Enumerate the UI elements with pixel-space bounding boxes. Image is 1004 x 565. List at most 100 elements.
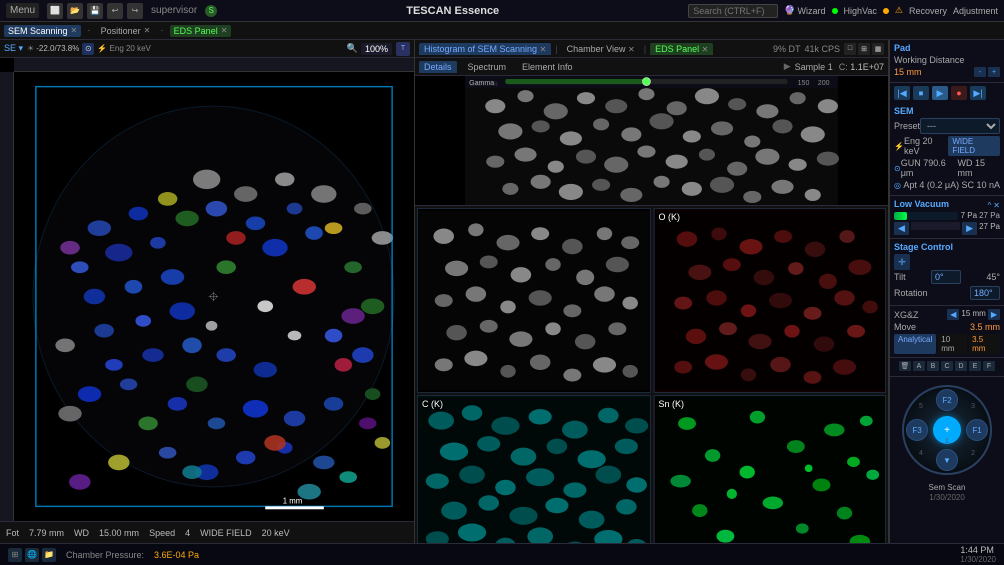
num-5[interactable]: 5 [919, 403, 923, 410]
brightness-control[interactable]: ☀-22.0/73.8% [27, 44, 79, 53]
tab-sep-chamber: | [644, 44, 646, 54]
adjustment-button[interactable]: Adjustment [953, 6, 998, 16]
close-positioner-tab[interactable]: ✕ [144, 26, 151, 35]
tilt-input[interactable] [931, 270, 961, 284]
subtab-details[interactable]: Details [419, 61, 457, 73]
close-chamber-tab[interactable]: ✕ [628, 45, 635, 54]
close-sem-tab[interactable]: ✕ [71, 26, 78, 35]
energy-label: ⚡ Eng 20 keV [97, 44, 151, 53]
lv-collapse[interactable]: ✕ [993, 201, 1000, 210]
rotation-input[interactable] [970, 286, 1000, 300]
sem-image-canvas[interactable]: 1 mm [0, 58, 414, 521]
gun-icon: ⊙ [894, 164, 901, 173]
status-icon3[interactable]: 📁 [42, 548, 56, 562]
nav-b[interactable]: B [927, 361, 939, 371]
nav-a[interactable]: A [913, 361, 925, 371]
pos-35mm-btn[interactable]: 3.5 mm [969, 334, 1000, 354]
xyz-right[interactable]: ▶ [988, 309, 1000, 320]
joystick-down[interactable]: ▼ [936, 449, 958, 471]
recovery-button[interactable]: Recovery [909, 6, 947, 16]
nav-d[interactable]: D [955, 361, 967, 371]
analytical-btn[interactable]: Analytical [894, 334, 936, 354]
eds-label-carbon: C (K) [422, 399, 443, 409]
tab-eds[interactable]: EDS Panel ✕ [650, 43, 713, 55]
user-label: supervisor [151, 5, 197, 16]
wd-increase[interactable]: + [988, 67, 1000, 77]
joystick-f2[interactable]: F2 [936, 389, 958, 411]
toolbar-icons: ⬜ 📂 💾 ↩ ↪ [47, 3, 143, 19]
speed-label: Speed [149, 528, 175, 538]
joystick-f1[interactable]: F1 [966, 419, 988, 441]
subtab-spectrum[interactable]: Spectrum [463, 61, 512, 73]
pos-10mm-btn[interactable]: 10 mm [938, 334, 967, 354]
preset-select[interactable]: --- [920, 118, 1000, 134]
close-eds-main-tab[interactable]: ✕ [702, 45, 709, 54]
wide-field-btn[interactable]: WIDE FIELD [948, 136, 1000, 156]
nav-delete[interactable]: 🗑 [899, 361, 911, 371]
eds-map-carbon[interactable]: C (K) [417, 395, 651, 543]
svg-text:150: 150 [798, 80, 810, 87]
lv-nav-right[interactable]: ▶ [962, 222, 977, 235]
save-icon[interactable]: 💾 [87, 3, 103, 19]
wd-controls: - + [974, 67, 1000, 77]
wd-value: 15 mm [894, 67, 922, 77]
tab-positioner[interactable]: Positioner ✕ [97, 25, 155, 37]
main-tabs-bar: SEM Scanning ✕ · Positioner ✕ · EDS Pane… [0, 22, 1004, 40]
zoom-icon[interactable]: 🔍 [347, 43, 358, 55]
eds-btn1[interactable]: □ [844, 43, 856, 55]
sc-label: SC 10 nA [961, 180, 1000, 190]
lv-bar-fill [894, 212, 907, 220]
highvac-button[interactable]: HighVac [844, 6, 877, 16]
tab-sem-scanning[interactable]: SEM Scanning ✕ [4, 25, 81, 37]
num-3[interactable]: 3 [971, 403, 975, 410]
xyz-btns: ◀ 15 mm ▶ [947, 309, 1000, 320]
undo-icon[interactable]: ↩ [107, 3, 123, 19]
status-icon2[interactable]: 🌐 [25, 548, 39, 562]
stop-button[interactable]: ⏹ [913, 86, 929, 100]
tab-chamber[interactable]: Chamber View ✕ [562, 43, 640, 55]
status-icon1[interactable]: ⊞ [8, 548, 22, 562]
nav-f[interactable]: F [983, 361, 995, 371]
subtab-element-info[interactable]: Element Info [517, 61, 578, 73]
tab-sep-eds: | [555, 44, 557, 54]
preset-label: Preset [894, 121, 920, 131]
wd-decrease[interactable]: - [974, 67, 986, 77]
svg-text:1 mm: 1 mm [283, 496, 303, 505]
eds-content-area: Gamma Gamma 150 200 [415, 76, 888, 543]
lv-setpoint-value: 27 Pa [979, 211, 1000, 220]
nav-c[interactable]: C [941, 361, 953, 371]
eds-map-tin[interactable]: Sn (K) [653, 395, 887, 543]
record-button[interactable]: ● [951, 86, 967, 100]
tab-eds-panel[interactable]: EDS Panel ✕ [170, 25, 232, 37]
wd-value-row: 15 mm - + [894, 67, 1000, 77]
lv-expand[interactable]: ^ [988, 201, 992, 210]
num-2[interactable]: 2 [971, 450, 975, 457]
open-icon[interactable]: 📂 [67, 3, 83, 19]
num-4[interactable]: 4 [919, 450, 923, 457]
close-histogram-tab[interactable]: ✕ [540, 45, 547, 54]
lv-nav-left[interactable]: ◀ [894, 222, 909, 235]
play-prev-button[interactable]: |◀ [894, 86, 910, 100]
joystick-section: F2 F3 F1 ▼ 5 3 4 2 + 1 Sem Scan 1/30 [890, 377, 1004, 543]
play-button[interactable]: ▶ [932, 86, 948, 100]
nav-e[interactable]: E [969, 361, 981, 371]
play-next-button[interactable]: ▶| [970, 86, 986, 100]
xyz-left[interactable]: ◀ [947, 309, 959, 320]
joystick-f3[interactable]: F3 [906, 419, 928, 441]
eds-btn3[interactable]: ▦ [872, 43, 884, 55]
tab-histogram[interactable]: Histogram of SEM Scanning ✕ [419, 43, 551, 55]
sample-bullet: ▶ [784, 61, 791, 72]
eds-map-oxygen[interactable]: O (K) [653, 208, 887, 393]
eds-map-sem[interactable] [417, 208, 651, 393]
wizard-button[interactable]: 🔮 Wizard [784, 5, 825, 16]
eds-btn2[interactable]: ⊞ [858, 43, 870, 55]
redo-icon[interactable]: ↪ [127, 3, 143, 19]
close-eds-tab[interactable]: ✕ [221, 26, 228, 35]
lv-pressure-bar [894, 212, 958, 220]
new-icon[interactable]: ⬜ [47, 3, 63, 19]
search-input[interactable] [688, 4, 778, 18]
joystick-wheel[interactable]: F2 F3 F1 ▼ 5 3 4 2 + 1 [902, 385, 992, 475]
menu-button[interactable]: Menu [6, 3, 39, 18]
tab-sep2: · [160, 25, 163, 36]
stage-icon[interactable]: ✛ [894, 254, 910, 270]
